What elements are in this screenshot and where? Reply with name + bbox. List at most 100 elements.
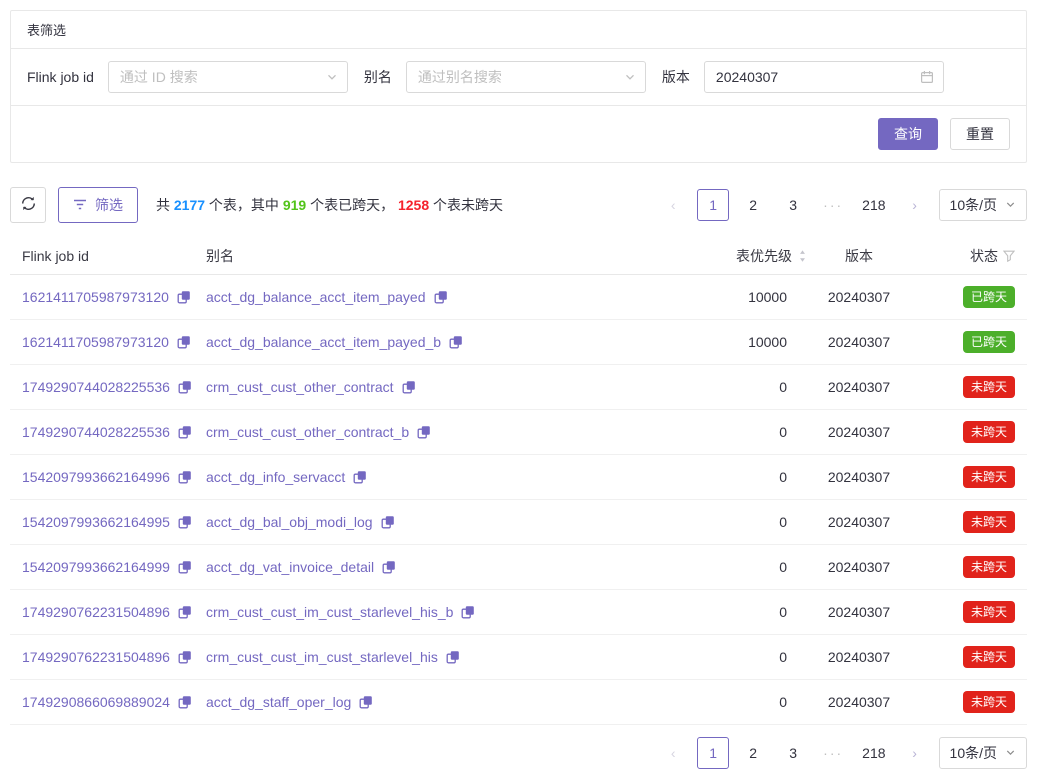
copy-icon[interactable]	[382, 560, 396, 574]
copy-icon[interactable]	[178, 605, 192, 619]
copy-icon[interactable]	[178, 650, 192, 664]
table-row: 1542097993662164995 acct_dg_bal_obj_modi…	[10, 500, 1027, 545]
alias-input[interactable]	[407, 62, 645, 92]
flink-job-id-input[interactable]	[109, 62, 347, 92]
alias-link[interactable]: acct_dg_balance_acct_item_payed	[206, 289, 426, 305]
page-1[interactable]: 1	[697, 737, 729, 769]
next-page-button[interactable]: ›	[899, 737, 931, 769]
alias-link[interactable]: crm_cust_cust_other_contract	[206, 379, 394, 395]
filter-button[interactable]: 筛选	[58, 187, 138, 223]
alias-link[interactable]: acct_dg_bal_obj_modi_log	[206, 514, 373, 530]
copy-icon[interactable]	[434, 290, 448, 304]
alias-link[interactable]: acct_dg_staff_oper_log	[206, 694, 351, 710]
priority-header-label: 表优先级	[736, 246, 792, 266]
page-size-select[interactable]: 10条/页	[939, 737, 1027, 769]
next-page-button[interactable]: ›	[899, 189, 931, 221]
page-2[interactable]: 2	[737, 189, 769, 221]
copy-icon[interactable]	[353, 470, 367, 484]
flink-job-id-link[interactable]: 1749290762231504896	[22, 649, 170, 665]
alias-link[interactable]: crm_cust_cust_im_cust_starlevel_his	[206, 649, 438, 665]
page-2[interactable]: 2	[737, 737, 769, 769]
table-row: 1621411705987973120 acct_dg_balance_acct…	[10, 320, 1027, 365]
page-last[interactable]: 218	[857, 737, 890, 769]
version-value: 20240307	[828, 649, 890, 665]
flink-job-id-link[interactable]: 1621411705987973120	[22, 334, 169, 350]
page-1[interactable]: 1	[697, 189, 729, 221]
filter-actions: 查询 重置	[11, 106, 1026, 162]
copy-icon[interactable]	[359, 695, 373, 709]
sort-carets-icon[interactable]	[798, 249, 807, 263]
page-ellipsis[interactable]: ···	[817, 737, 849, 769]
page-3[interactable]: 3	[777, 189, 809, 221]
flink-job-id-link[interactable]: 1749290762231504896	[22, 604, 170, 620]
copy-icon[interactable]	[417, 425, 431, 439]
filter-card-title: 表筛选	[11, 11, 1026, 49]
status-badge: 未跨天	[963, 421, 1015, 443]
alias-label: 别名	[364, 67, 392, 87]
copy-icon[interactable]	[178, 425, 192, 439]
filter-button-label: 筛选	[95, 195, 123, 215]
priority-value: 0	[779, 379, 787, 395]
column-header-priority[interactable]: 表优先级	[711, 246, 807, 266]
version-value: 20240307	[828, 379, 890, 395]
flink-job-id-link[interactable]: 1542097993662164995	[22, 514, 170, 530]
page-3[interactable]: 3	[777, 737, 809, 769]
page-size-select[interactable]: 10条/页	[939, 189, 1027, 221]
flink-job-id-link[interactable]: 1621411705987973120	[22, 289, 169, 305]
refresh-button[interactable]	[10, 187, 46, 223]
alias-link[interactable]: acct_dg_info_servacct	[206, 469, 345, 485]
status-badge: 已跨天	[963, 331, 1015, 353]
version-date-input[interactable]	[705, 62, 943, 92]
funnel-filter-icon[interactable]	[1003, 250, 1015, 262]
version-value: 20240307	[828, 424, 890, 440]
copy-icon[interactable]	[178, 515, 192, 529]
priority-value: 10000	[748, 289, 787, 305]
summary-total-count: 2177	[174, 197, 205, 213]
flink-job-id-link[interactable]: 1749290744028225536	[22, 424, 170, 440]
summary-mid1: 个表，其中	[205, 197, 283, 213]
alias-link[interactable]: acct_dg_vat_invoice_detail	[206, 559, 374, 575]
flink-job-id-link[interactable]: 1749290866069889024	[22, 694, 170, 710]
status-badge: 未跨天	[963, 601, 1015, 623]
status-badge: 已跨天	[963, 286, 1015, 308]
flink-job-id-label: Flink job id	[27, 69, 94, 85]
priority-value: 0	[779, 649, 787, 665]
status-badge: 未跨天	[963, 556, 1015, 578]
flink-job-id-link[interactable]: 1749290744028225536	[22, 379, 170, 395]
status-badge: 未跨天	[963, 511, 1015, 533]
alias-select[interactable]	[406, 61, 646, 93]
copy-icon[interactable]	[461, 605, 475, 619]
priority-value: 0	[779, 559, 787, 575]
table-row: 1621411705987973120 acct_dg_balance_acct…	[10, 275, 1027, 320]
table-row: 1749290744028225536 crm_cust_cust_other_…	[10, 410, 1027, 455]
copy-icon[interactable]	[178, 470, 192, 484]
copy-icon[interactable]	[177, 335, 191, 349]
page-last[interactable]: 218	[857, 189, 890, 221]
alias-link[interactable]: acct_dg_balance_acct_item_payed_b	[206, 334, 441, 350]
copy-icon[interactable]	[178, 695, 192, 709]
filter-row: Flink job id 别名 版本	[11, 49, 1026, 106]
status-header-label: 状态	[970, 246, 998, 266]
version-value: 20240307	[828, 604, 890, 620]
copy-icon[interactable]	[446, 650, 460, 664]
copy-icon[interactable]	[381, 515, 395, 529]
version-date-picker[interactable]	[704, 61, 944, 93]
prev-page-button[interactable]: ‹	[657, 189, 689, 221]
page-ellipsis[interactable]: ···	[817, 189, 849, 221]
pagination-bottom: ‹ 1 2 3 ··· 218 › 10条/页	[657, 737, 1027, 769]
copy-icon[interactable]	[178, 380, 192, 394]
reset-button[interactable]: 重置	[950, 118, 1010, 150]
copy-icon[interactable]	[402, 380, 416, 394]
flink-job-id-link[interactable]: 1542097993662164996	[22, 469, 170, 485]
page-size-label: 10条/页	[950, 743, 997, 763]
search-button[interactable]: 查询	[878, 118, 938, 150]
flink-job-id-link[interactable]: 1542097993662164999	[22, 559, 170, 575]
alias-link[interactable]: crm_cust_cust_im_cust_starlevel_his_b	[206, 604, 453, 620]
copy-icon[interactable]	[177, 290, 191, 304]
alias-link[interactable]: crm_cust_cust_other_contract_b	[206, 424, 409, 440]
prev-page-button[interactable]: ‹	[657, 737, 689, 769]
copy-icon[interactable]	[449, 335, 463, 349]
column-header-id: Flink job id	[10, 248, 206, 264]
flink-job-id-select[interactable]	[108, 61, 348, 93]
copy-icon[interactable]	[178, 560, 192, 574]
